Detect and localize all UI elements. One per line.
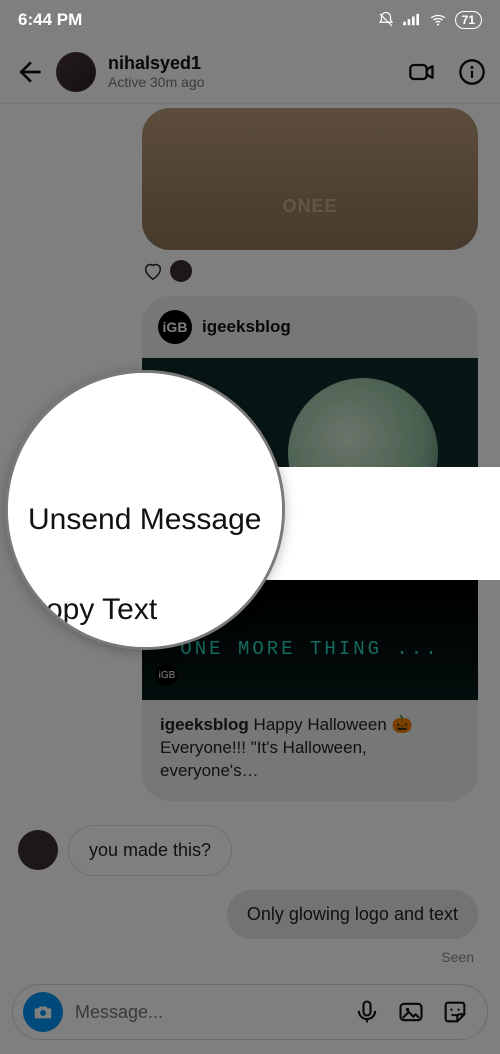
mic-icon[interactable] <box>353 998 381 1026</box>
heart-icon[interactable] <box>142 260 164 282</box>
context-unsend-item[interactable]: Unsend Message <box>28 503 261 537</box>
wifi-icon <box>429 11 447 29</box>
incoming-message[interactable]: you made this? <box>68 825 232 876</box>
post-caption: igeeksblog Happy Halloween 🎃 Everyone!!!… <box>142 700 478 801</box>
header-text[interactable]: nihalsyed1 Active 30m ago <box>108 53 408 90</box>
mute-icon <box>377 11 395 29</box>
chat-header: nihalsyed1 Active 30m ago <box>0 40 500 104</box>
screen: nihalsyed1 Active 30m ago ONEE iGB ige <box>0 0 500 1054</box>
gif-tshirt-text: ONEE <box>282 196 337 217</box>
status-time: 6:44 PM <box>18 10 82 30</box>
post-username: igeeksblog <box>202 317 291 337</box>
status-bar: 6:44 PM 71 <box>0 0 500 40</box>
seen-label: Seen <box>12 949 474 965</box>
video-call-icon[interactable] <box>408 58 436 86</box>
post-header: iGB igeeksblog <box>142 296 478 358</box>
sticker-icon[interactable] <box>441 998 469 1026</box>
composer <box>12 984 488 1040</box>
context-copy-item[interactable]: opy Text <box>46 593 157 627</box>
message-input[interactable] <box>63 1002 345 1023</box>
outgoing-gif-message[interactable]: ONEE <box>142 108 478 250</box>
gallery-icon[interactable] <box>397 998 425 1026</box>
reaction-row <box>142 260 488 282</box>
info-icon[interactable] <box>458 58 486 86</box>
chat-username: nihalsyed1 <box>108 53 408 74</box>
signal-icon <box>403 11 421 29</box>
post-badge: iGB <box>156 664 178 686</box>
post-avatar: iGB <box>158 310 192 344</box>
incoming-avatar[interactable] <box>18 830 58 870</box>
chat-avatar[interactable] <box>56 52 96 92</box>
post-caption-user: igeeksblog <box>160 715 249 734</box>
magnifier: Unsend Message opy Text <box>5 370 285 650</box>
back-button[interactable] <box>14 56 46 88</box>
outgoing-row: Only glowing logo and text <box>12 890 478 939</box>
battery-pill: 71 <box>455 11 482 29</box>
camera-button[interactable] <box>23 992 63 1032</box>
reaction-avatar <box>170 260 192 282</box>
incoming-row: you made this? <box>18 825 488 876</box>
chat-active-status: Active 30m ago <box>108 74 408 90</box>
outgoing-message[interactable]: Only glowing logo and text <box>227 890 478 939</box>
